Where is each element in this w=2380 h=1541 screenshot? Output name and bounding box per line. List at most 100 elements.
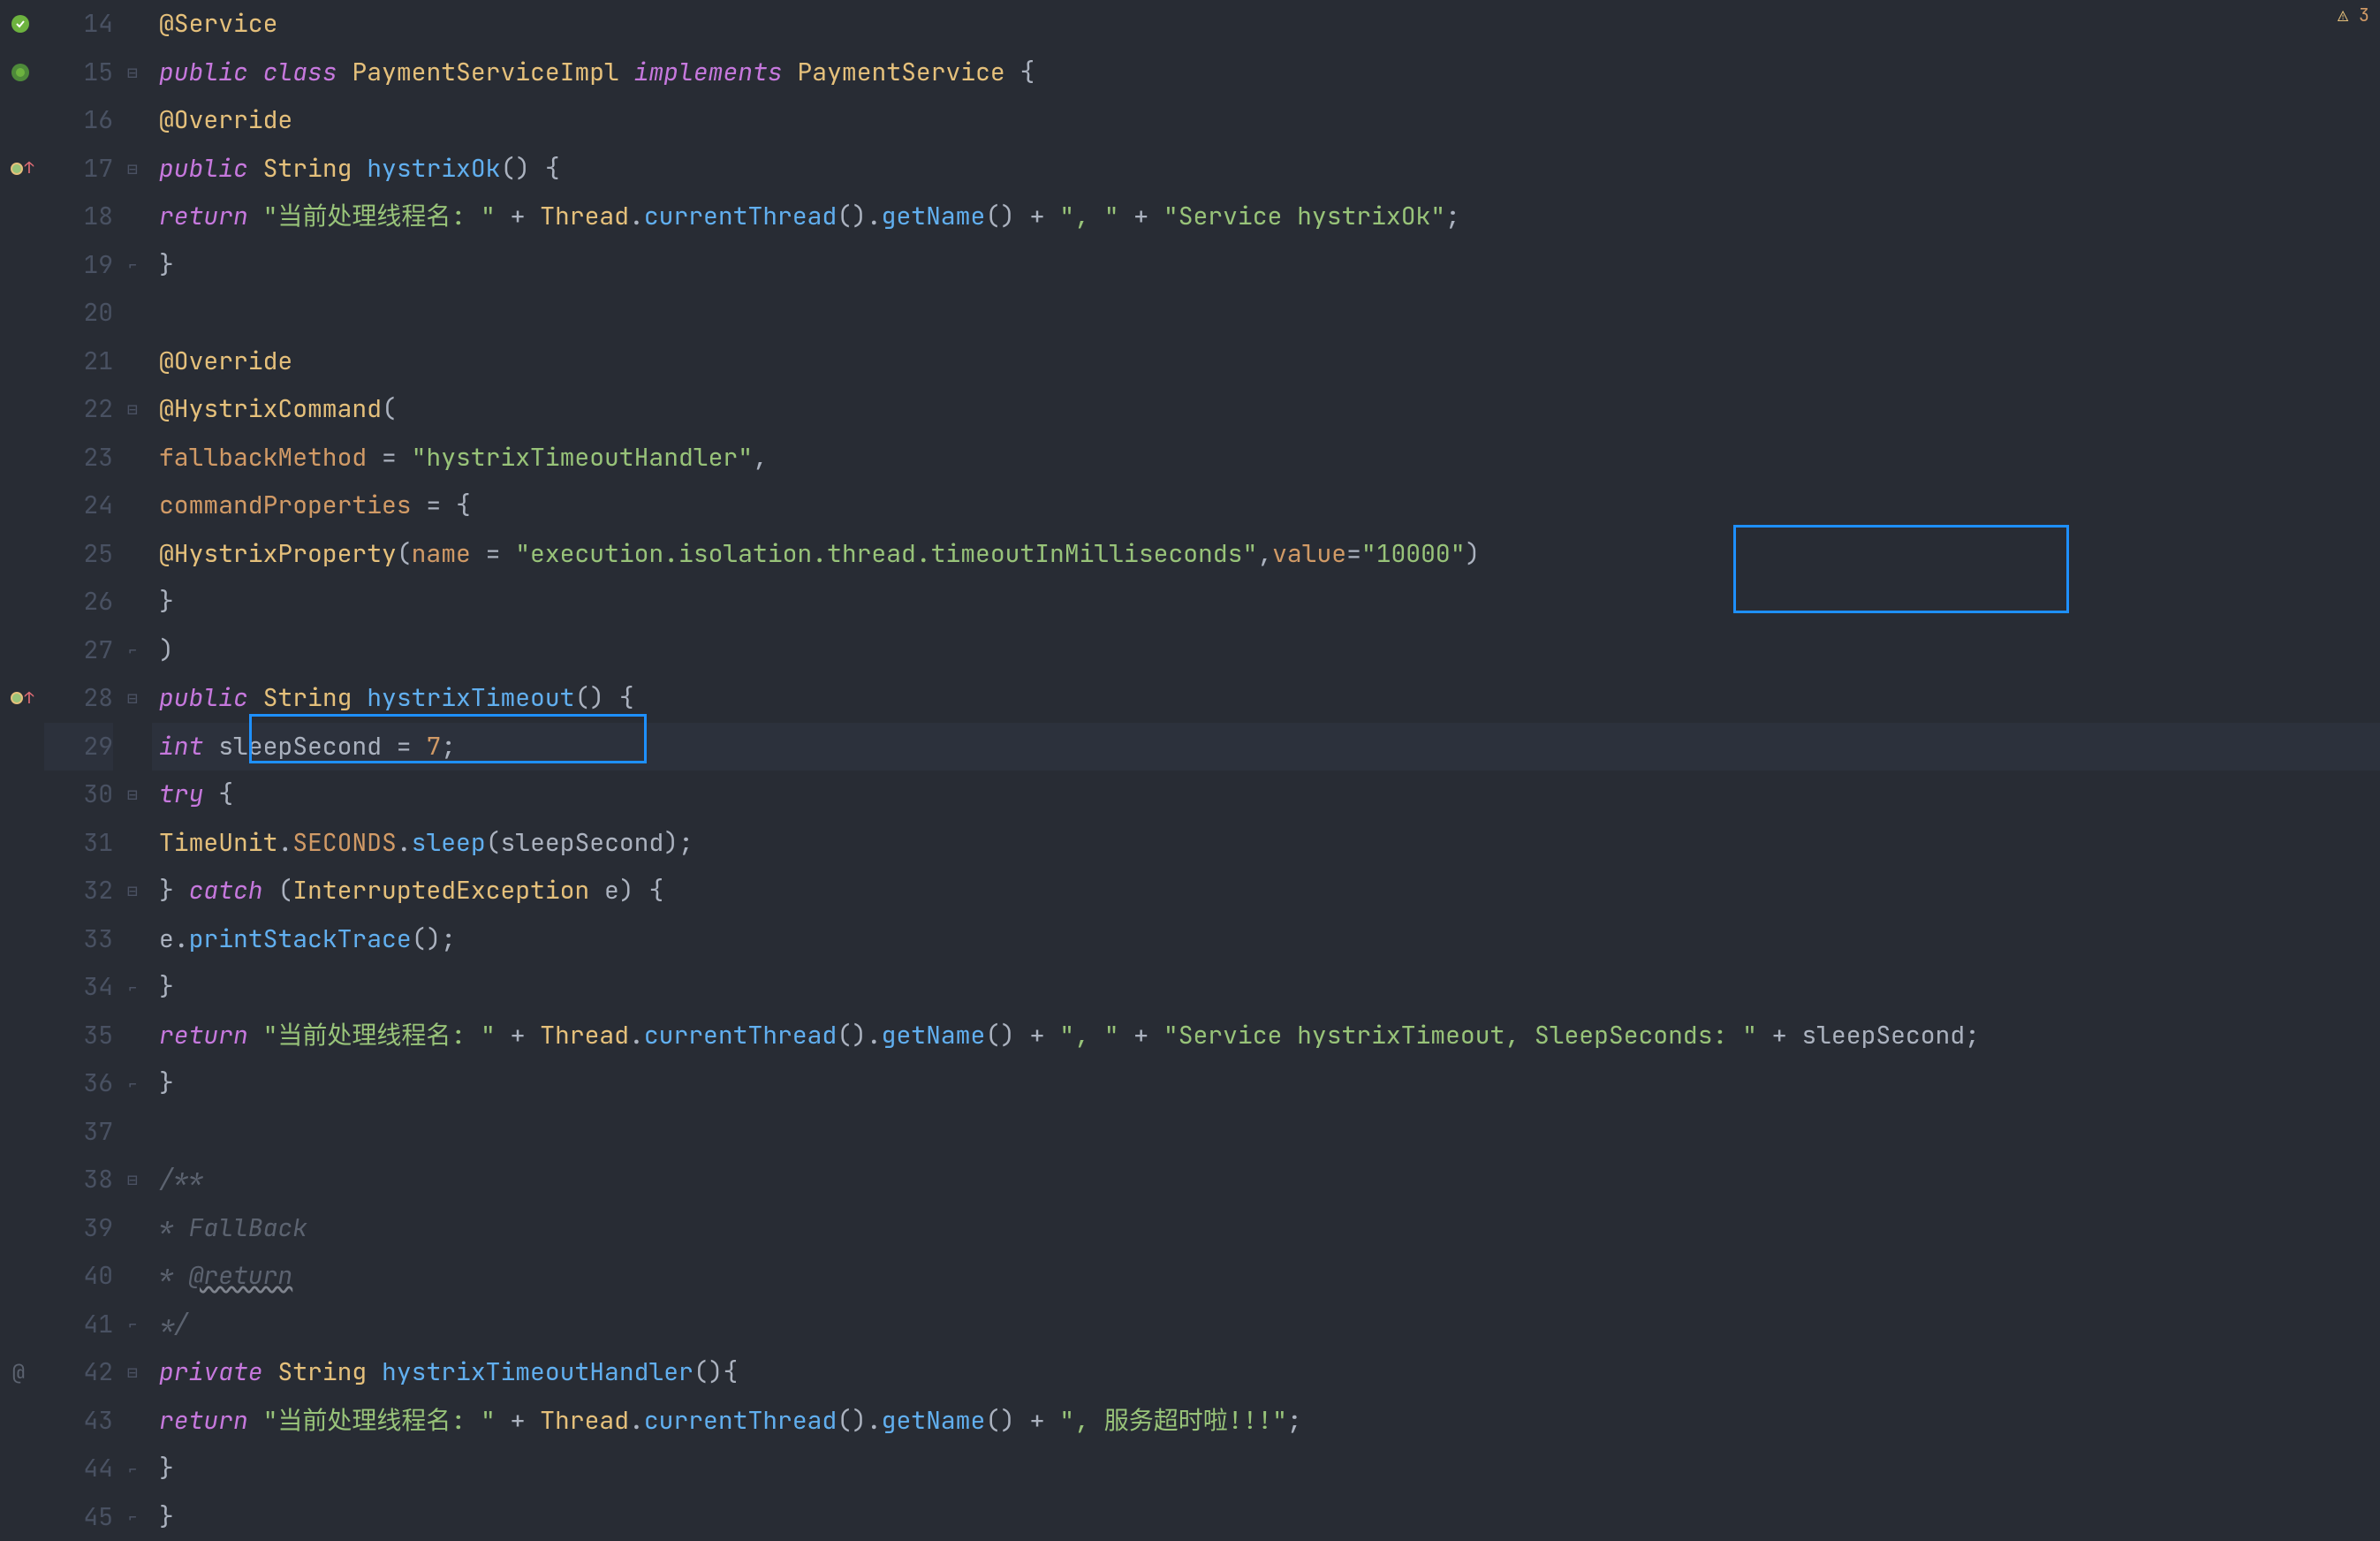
code-line[interactable]: * @return	[152, 1252, 2380, 1301]
fold-end-icon[interactable]: ⌐	[127, 1493, 138, 1541]
fold-end-icon[interactable]: ⌐	[127, 241, 138, 290]
code-line[interactable]: return "当前处理线程名: " + Thread.currentThrea…	[152, 1397, 2380, 1446]
method: getName	[882, 1404, 986, 1437]
spring-bean-icon[interactable]	[10, 13, 31, 34]
code-line[interactable]: }	[152, 1059, 2380, 1108]
fold-end-icon[interactable]: ⌐	[127, 626, 138, 675]
fold-toggle-icon[interactable]: ⊟	[127, 770, 138, 819]
method: currentThread	[644, 200, 837, 232]
implements-up-icon[interactable]: ↑	[25, 688, 34, 709]
fold-toggle-icon[interactable]: ⊟	[127, 674, 138, 723]
line-number[interactable]: 30	[44, 770, 113, 819]
code-line-current[interactable]: int sleepSecond = 7;	[152, 723, 2380, 771]
fold-toggle-icon[interactable]: ⊟	[127, 385, 138, 434]
code-line[interactable]: * FallBack	[152, 1204, 2380, 1253]
line-number[interactable]: 23	[44, 434, 113, 482]
line-number[interactable]: 32	[44, 867, 113, 915]
code-content[interactable]: @Service public class PaymentServiceImpl…	[152, 0, 2380, 1541]
line-number[interactable]: 39	[44, 1204, 113, 1253]
fold-end-icon[interactable]: ⌐	[127, 1301, 138, 1349]
code-line[interactable]: return "当前处理线程名: " + Thread.currentThrea…	[152, 1012, 2380, 1060]
code-line[interactable]: )	[152, 626, 2380, 675]
code-line[interactable]: commandProperties = {	[152, 482, 2380, 530]
fold-toggle-icon[interactable]: ⊟	[127, 1156, 138, 1204]
code-line[interactable]	[152, 289, 2380, 338]
line-number[interactable]: 21	[44, 338, 113, 386]
code-line[interactable]: @HystrixProperty(name = "execution.isola…	[152, 530, 2380, 579]
line-number[interactable]: 16	[44, 96, 113, 145]
code-line[interactable]: /**	[152, 1156, 2380, 1204]
override-icon[interactable]	[11, 692, 23, 704]
fold-toggle-icon[interactable]: ⊟	[127, 49, 138, 97]
code-line[interactable]: fallbackMethod = "hystrixTimeoutHandler"…	[152, 434, 2380, 482]
code-line[interactable]	[152, 1108, 2380, 1157]
fold-end-icon[interactable]: ⌐	[127, 1445, 138, 1493]
line-number[interactable]: 14	[44, 0, 113, 49]
code-line[interactable]: */	[152, 1301, 2380, 1349]
keyword: try	[159, 778, 203, 810]
implements-up-icon[interactable]: ↑	[25, 158, 34, 178]
code-line[interactable]: public String hystrixTimeout() {	[152, 674, 2380, 723]
line-number[interactable]: 27	[44, 626, 113, 675]
code-line[interactable]: @Override	[152, 338, 2380, 386]
annotation-gutter-icon[interactable]: @	[12, 1359, 25, 1386]
line-number[interactable]: 26	[44, 578, 113, 626]
line-number[interactable]: 17	[44, 145, 113, 194]
line-number[interactable]: 33	[44, 915, 113, 964]
code-line[interactable]: }	[152, 963, 2380, 1012]
punct: (){	[694, 1355, 738, 1388]
code-line[interactable]: @Service	[152, 0, 2380, 49]
type: Thread	[540, 1404, 629, 1437]
line-number[interactable]: 40	[44, 1252, 113, 1301]
punct: ();	[412, 922, 456, 955]
line-number[interactable]: 28	[44, 674, 113, 723]
string: "当前处理线程名: "	[263, 1019, 496, 1051]
code-line[interactable]: public class PaymentServiceImpl implemen…	[152, 49, 2380, 97]
line-number[interactable]: 22	[44, 385, 113, 434]
line-number[interactable]: 15	[44, 49, 113, 97]
brace: }	[159, 1452, 174, 1484]
line-number[interactable]: 44	[44, 1445, 113, 1493]
code-line[interactable]: TimeUnit.SECONDS.sleep(sleepSecond);	[152, 819, 2380, 868]
override-icon[interactable]	[11, 163, 23, 175]
line-number[interactable]: 38	[44, 1156, 113, 1204]
annotation: @Override	[159, 345, 292, 377]
line-number[interactable]: 34	[44, 963, 113, 1012]
code-line[interactable]: }	[152, 241, 2380, 290]
line-number[interactable]: 41	[44, 1301, 113, 1349]
fold-end-icon[interactable]: ⌐	[127, 1059, 138, 1108]
line-number[interactable]: 35	[44, 1012, 113, 1060]
line-number[interactable]: 37	[44, 1108, 113, 1157]
line-number[interactable]: 45	[44, 1493, 113, 1541]
code-line[interactable]: }	[152, 1445, 2380, 1493]
line-number[interactable]: 18	[44, 193, 113, 241]
line-number[interactable]: 24	[44, 482, 113, 530]
code-line[interactable]: e.printStackTrace();	[152, 915, 2380, 964]
punct: ,	[753, 441, 768, 474]
code-line[interactable]: }	[152, 1493, 2380, 1541]
fold-toggle-icon[interactable]: ⊟	[127, 145, 138, 194]
brace: }	[159, 970, 174, 1003]
line-number[interactable]: 20	[44, 289, 113, 338]
line-number[interactable]: 43	[44, 1397, 113, 1446]
code-line[interactable]: return "当前处理线程名: " + Thread.currentThrea…	[152, 193, 2380, 241]
code-editor[interactable]: ↑ ↑ @ 14 15 16 17 18 19 20 21 22 23 24 2…	[0, 0, 2380, 1541]
line-number[interactable]: 42	[44, 1348, 113, 1397]
punct: .	[277, 826, 292, 859]
code-line[interactable]: }	[152, 578, 2380, 626]
code-line[interactable]: private String hystrixTimeoutHandler(){	[152, 1348, 2380, 1397]
code-line[interactable]: } catch (InterruptedException e) {	[152, 867, 2380, 915]
code-line[interactable]: public String hystrixOk() {	[152, 145, 2380, 194]
code-line[interactable]: try {	[152, 770, 2380, 819]
fold-toggle-icon[interactable]: ⊟	[127, 1348, 138, 1397]
line-number[interactable]: 31	[44, 819, 113, 868]
line-number[interactable]: 25	[44, 530, 113, 579]
code-line[interactable]: @Override	[152, 96, 2380, 145]
line-number[interactable]: 19	[44, 241, 113, 290]
code-line[interactable]: @HystrixCommand(	[152, 385, 2380, 434]
class-icon[interactable]	[10, 62, 31, 83]
line-number[interactable]: 29	[44, 723, 113, 771]
line-number[interactable]: 36	[44, 1059, 113, 1108]
fold-end-icon[interactable]: ⌐	[127, 963, 138, 1012]
fold-toggle-icon[interactable]: ⊟	[127, 867, 138, 915]
